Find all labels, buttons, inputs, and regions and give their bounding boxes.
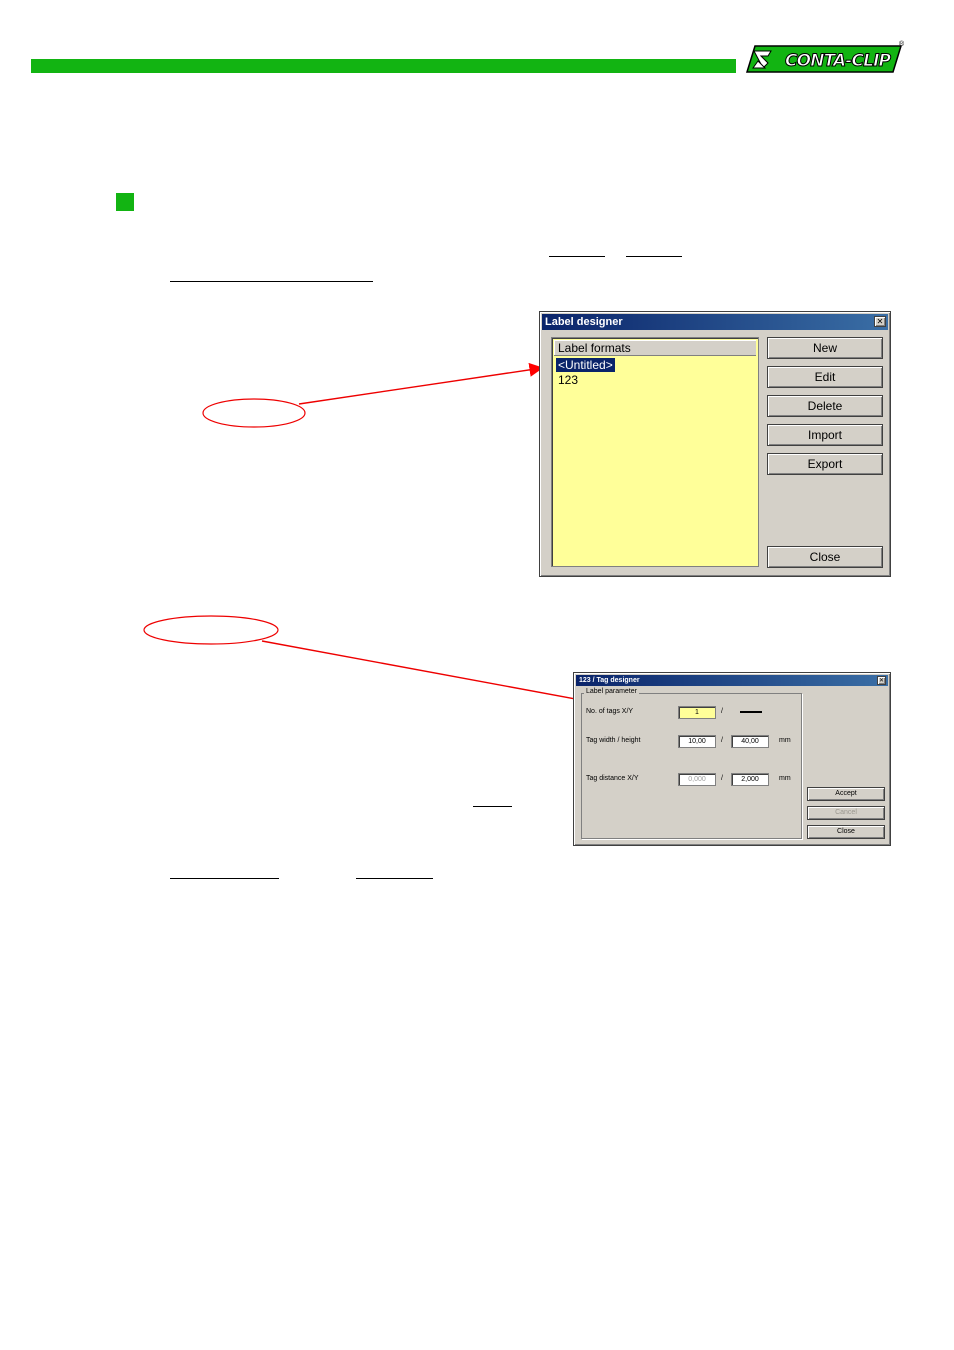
close-icon[interactable]: ✕ — [874, 316, 886, 327]
annotation-arrow — [298, 362, 544, 405]
close-button[interactable]: Close — [807, 825, 885, 839]
import-button[interactable]: Import — [767, 424, 883, 446]
dialog-title: 123 / Tag designer — [579, 677, 640, 684]
unit-label: mm — [779, 775, 791, 782]
tag-width-field[interactable]: 10,00 — [678, 735, 716, 748]
cancel-button[interactable]: Cancel — [807, 806, 885, 820]
distance-label: Tag distance X/Y — [586, 775, 639, 782]
close-icon[interactable]: ✕ — [877, 676, 886, 685]
list-item[interactable]: <Untitled> — [555, 357, 616, 373]
distance-y-field[interactable]: 2,000 — [731, 773, 769, 786]
new-button[interactable]: New — [767, 337, 883, 359]
delete-button[interactable]: Delete — [767, 395, 883, 417]
export-button[interactable]: Export — [767, 453, 883, 475]
label-formats-list[interactable]: Label formats <Untitled> 123 — [551, 337, 759, 567]
annotation-ellipse — [202, 398, 306, 428]
list-item[interactable]: 123 — [556, 373, 580, 387]
dialog-title: Label designer — [545, 316, 623, 328]
annotation-ellipse — [143, 615, 279, 645]
group-label: Label parameter — [584, 688, 639, 695]
tag-designer-dialog: 123 / Tag designer ✕ Label parameter No.… — [573, 672, 891, 846]
edit-button[interactable]: Edit — [767, 366, 883, 388]
title-bar: 123 / Tag designer ✕ — [576, 675, 888, 686]
title-bar: Label designer ✕ — [542, 314, 888, 330]
separator: / — [721, 708, 723, 715]
tags-x-field[interactable]: 1 — [678, 706, 716, 719]
tags-xy-label: No. of tags X/Y — [586, 708, 634, 715]
accept-button[interactable]: Accept — [807, 787, 885, 801]
separator: / — [721, 737, 723, 744]
width-height-label: Tag width / height — [586, 737, 641, 744]
distance-x-field[interactable]: 0,000 — [678, 773, 716, 786]
separator: / — [721, 775, 723, 782]
list-header[interactable]: Label formats — [554, 340, 756, 356]
tags-y-placeholder-line — [740, 711, 762, 713]
unit-label: mm — [779, 737, 791, 744]
tag-height-field[interactable]: 40,00 — [731, 735, 769, 748]
close-button[interactable]: Close — [767, 546, 883, 568]
label-designer-dialog: Label designer ✕ Label formats <Untitled… — [539, 311, 891, 577]
